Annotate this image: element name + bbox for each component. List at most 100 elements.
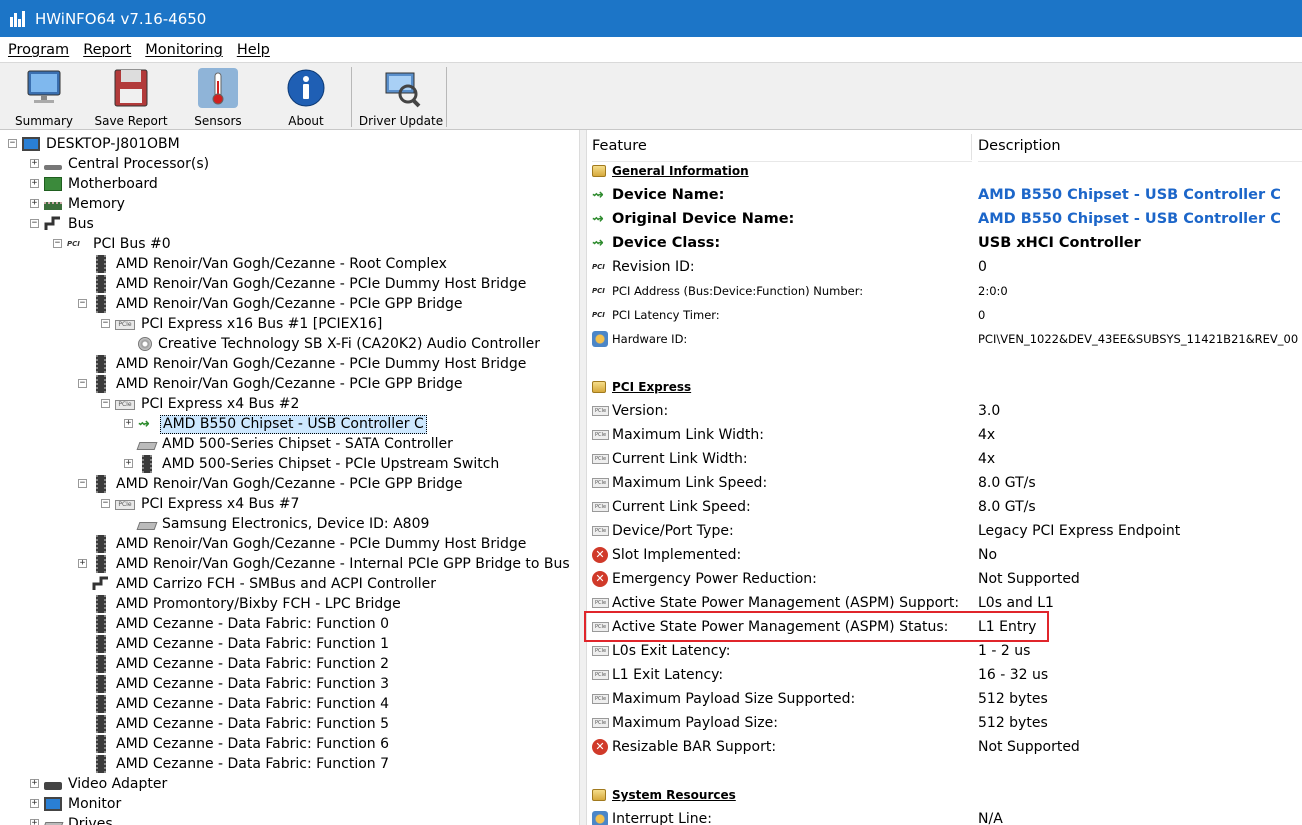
tree-node[interactable]: AMD Promontory/Bixby FCH - LPC Bridge xyxy=(92,594,403,614)
menu-monitoring[interactable]: Monitoring xyxy=(145,42,223,58)
tree-node[interactable]: PCIe PCI Express x4 Bus #7 xyxy=(115,494,301,514)
sensors-button[interactable]: Sensors xyxy=(190,67,246,129)
details-pane[interactable]: Feature Description General Information ⇝… xyxy=(587,130,1302,825)
feature-row[interactable]: ⇝ Device Name: AMD B550 Chipset - USB Cont… xyxy=(587,183,1302,207)
collapse-node-button[interactable]: − xyxy=(53,239,62,248)
tree-node[interactable]: ⇝ AMD B550 Chipset - USB Controller C xyxy=(138,414,427,434)
collapse-node-button[interactable]: − xyxy=(30,219,39,228)
tree-node[interactable]: AMD Renoir/Van Gogh/Cezanne - PCIe GPP B… xyxy=(92,294,465,314)
tree-node[interactable]: Memory xyxy=(44,194,127,214)
tree-node[interactable]: PCI PCI Bus #0 xyxy=(67,234,173,254)
collapse-node-button[interactable]: − xyxy=(101,499,110,508)
tree-node[interactable]: Motherboard xyxy=(44,174,160,194)
feature-row[interactable]: ⇝ Original Device Name: AMD B550 Chipset -… xyxy=(587,207,1302,231)
menu-program[interactable]: Program xyxy=(8,42,69,58)
tree-node[interactable]: AMD Renoir/Van Gogh/Cezanne - Root Compl… xyxy=(92,254,449,274)
tree-node[interactable]: AMD Cezanne - Data Fabric: Function 1 xyxy=(92,634,391,654)
collapse-node-button[interactable]: − xyxy=(101,399,110,408)
menu-report[interactable]: Report xyxy=(83,42,131,58)
column-header-feature[interactable]: Feature xyxy=(592,130,972,162)
expand-node-button[interactable]: + xyxy=(124,459,133,468)
section-header[interactable]: PCI Express xyxy=(587,375,1302,399)
column-header-description[interactable]: Description xyxy=(978,130,1302,162)
feature-row[interactable]: PCIe Maximum Link Speed: 8.0 GT/s xyxy=(587,471,1302,495)
expand-node-button[interactable]: + xyxy=(30,819,39,825)
device-tree[interactable]: − DESKTOP-J801OBM + Central Processor(s) + Mo… xyxy=(0,130,583,825)
tree-node[interactable]: AMD Cezanne - Data Fabric: Function 7 xyxy=(92,754,391,774)
tree-node[interactable]: AMD Renoir/Van Gogh/Cezanne - PCIe GPP B… xyxy=(92,374,465,394)
tree-node[interactable]: AMD Cezanne - Data Fabric: Function 5 xyxy=(92,714,391,734)
tree-node[interactable]: AMD Cezanne - Data Fabric: Function 2 xyxy=(92,654,391,674)
summary-button[interactable]: Summary xyxy=(14,67,74,129)
tree-node[interactable]: Video Adapter xyxy=(44,774,169,794)
about-button[interactable]: About xyxy=(278,67,334,129)
feature-row[interactable]: PCIe L0s Exit Latency: 1 - 2 us xyxy=(587,639,1302,663)
feature-row[interactable]: PCIe Maximum Payload Size: 512 bytes xyxy=(587,711,1302,735)
collapse-node-button[interactable]: − xyxy=(78,299,87,308)
tree-node[interactable]: AMD Renoir/Van Gogh/Cezanne - PCIe Dummy… xyxy=(92,274,528,294)
feature-row[interactable]: PCIe Current Link Width: 4x xyxy=(587,447,1302,471)
tree-node[interactable]: Bus xyxy=(44,214,96,234)
feature-row[interactable]: PCI PCI Latency Timer: 0 xyxy=(587,303,1302,327)
tree-node[interactable]: AMD Cezanne - Data Fabric: Function 3 xyxy=(92,674,391,694)
feature-row[interactable]: PCIe L1 Exit Latency: 16 - 32 us xyxy=(587,663,1302,687)
save-report-button[interactable]: Save Report xyxy=(94,67,168,129)
expand-node-button[interactable]: + xyxy=(78,559,87,568)
menu-help[interactable]: Help xyxy=(237,42,270,58)
tree-node[interactable]: DESKTOP-J801OBM xyxy=(22,134,182,154)
feature-row[interactable]: ⇝ Device Class: USB xHCI Controller xyxy=(587,231,1302,255)
pane-splitter[interactable] xyxy=(579,130,587,825)
tree-node[interactable]: AMD Renoir/Van Gogh/Cezanne - Internal P… xyxy=(92,554,572,574)
collapse-node-button[interactable]: − xyxy=(101,319,110,328)
collapse-node-button[interactable]: − xyxy=(78,379,87,388)
feature-row[interactable]: PCIe Active State Power Management (ASPM)… xyxy=(587,591,1302,615)
tree-node[interactable]: Samsung Electronics, Device ID: A809 xyxy=(136,514,431,534)
tree-node[interactable]: AMD Cezanne - Data Fabric: Function 4 xyxy=(92,694,391,714)
expand-node-button[interactable]: + xyxy=(124,419,133,428)
tree-node[interactable]: AMD Renoir/Van Gogh/Cezanne - PCIe Dummy… xyxy=(92,354,528,374)
feature-row[interactable]: Interrupt Line: N/A xyxy=(587,807,1302,825)
feature-value[interactable]: AMD B550 Chipset - USB Controller C xyxy=(978,207,1281,231)
feature-row[interactable]: PCI Revision ID: 0 xyxy=(587,255,1302,279)
tree-node[interactable]: AMD 500-Series Chipset - PCIe Upstream S… xyxy=(138,454,501,474)
tree-node[interactable]: AMD 500-Series Chipset - SATA Controller xyxy=(136,434,455,454)
feature-row[interactable]: Hardware ID: PCI\VEN_1022&DEV_43EE&SUBSYS… xyxy=(587,327,1302,351)
feature-value: 4x xyxy=(978,451,996,467)
section-header[interactable]: General Information xyxy=(587,159,1302,183)
column-divider[interactable] xyxy=(971,134,972,160)
feature-value[interactable]: AMD B550 Chipset - USB Controller C xyxy=(978,183,1281,207)
feature-row[interactable]: PCIe Maximum Link Width: 4x xyxy=(587,423,1302,447)
tree-node[interactable]: Central Processor(s) xyxy=(44,154,211,174)
expand-node-button[interactable]: + xyxy=(30,179,39,188)
feature-row[interactable]: PCIe Device/Port Type: Legacy PCI Express … xyxy=(587,519,1302,543)
usb-icon: ⇝ xyxy=(138,416,150,432)
tree-node[interactable]: AMD Cezanne - Data Fabric: Function 0 xyxy=(92,614,391,634)
tree-node[interactable]: PCIe PCI Express x4 Bus #2 xyxy=(115,394,301,414)
tree-node[interactable]: AMD Carrizo FCH - SMBus and ACPI Control… xyxy=(92,574,438,594)
tree-node[interactable]: AMD Renoir/Van Gogh/Cezanne - PCIe GPP B… xyxy=(92,474,465,494)
feature-row[interactable]: ✕ Emergency Power Reduction: Not Supported xyxy=(587,567,1302,591)
chip-icon xyxy=(96,255,106,273)
driver-update-button[interactable]: Driver Update xyxy=(359,67,443,129)
expand-node-button[interactable]: + xyxy=(30,799,39,808)
feature-row[interactable]: ✕ Slot Implemented: No xyxy=(587,543,1302,567)
tree-node[interactable]: AMD Cezanne - Data Fabric: Function 6 xyxy=(92,734,391,754)
section-header[interactable]: System Resources xyxy=(587,783,1302,807)
feature-row[interactable]: PCIe Active State Power Management (ASPM)… xyxy=(587,615,1302,639)
window-title: HWiNFO64 v7.16-4650 xyxy=(35,9,207,28)
feature-row[interactable]: PCIe Maximum Payload Size Supported: 512 b… xyxy=(587,687,1302,711)
tree-node[interactable]: Creative Technology SB X-Fi (CA20K2) Aud… xyxy=(138,334,542,354)
tree-node[interactable]: PCIe PCI Express x16 Bus #1 [PCIEX16] xyxy=(115,314,384,334)
tree-node[interactable]: Drives xyxy=(42,814,115,825)
expand-node-button[interactable]: + xyxy=(30,159,39,168)
feature-row[interactable]: PCI PCI Address (Bus:Device:Function) Num… xyxy=(587,279,1302,303)
feature-row[interactable]: ✕ Resizable BAR Support: Not Supported xyxy=(587,735,1302,759)
tree-node[interactable]: Monitor xyxy=(44,794,123,814)
collapse-node-button[interactable]: − xyxy=(8,139,17,148)
feature-row[interactable]: PCIe Version: 3.0 xyxy=(587,399,1302,423)
expand-node-button[interactable]: + xyxy=(30,199,39,208)
feature-row[interactable]: PCIe Current Link Speed: 8.0 GT/s xyxy=(587,495,1302,519)
expand-node-button[interactable]: + xyxy=(30,779,39,788)
tree-node[interactable]: AMD Renoir/Van Gogh/Cezanne - PCIe Dummy… xyxy=(92,534,528,554)
collapse-node-button[interactable]: − xyxy=(78,479,87,488)
